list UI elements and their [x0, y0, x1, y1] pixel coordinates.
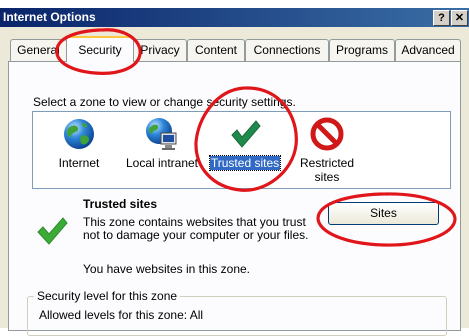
window-title: Internet Options — [3, 10, 96, 24]
tab-advanced[interactable]: Advanced — [395, 39, 461, 61]
zone-label-trusted-sites: Trusted sites — [208, 155, 282, 171]
tab-privacy[interactable]: Privacy — [133, 39, 187, 61]
tab-programs[interactable]: Programs — [329, 39, 395, 61]
restricted-icon — [310, 117, 344, 151]
checkmark-icon — [231, 120, 261, 148]
zone-label-local-intranet: Local intranet — [125, 156, 199, 170]
zone-label-restricted-sites: Restricted sites — [299, 156, 355, 184]
window-titlebar: Internet Options ? ✕ — [0, 8, 469, 27]
zone-description-note: You have websites in this zone. — [83, 262, 250, 276]
zone-description-text: This zone contains websites that you tru… — [83, 215, 309, 242]
zone-restricted-sites[interactable]: Restricted sites — [282, 114, 372, 188]
zone-internet[interactable]: Internet — [34, 114, 124, 188]
tab-connections[interactable]: Connections — [245, 39, 329, 61]
security-level-legend: Security level for this zone — [34, 289, 181, 303]
trusted-sites-check-icon — [37, 217, 68, 245]
zone-local-intranet[interactable]: Local intranet — [117, 114, 207, 188]
close-button[interactable]: ✕ — [451, 10, 468, 26]
zone-trusted-sites[interactable]: Trusted sites — [200, 114, 290, 188]
allowed-levels-text: Allowed levels for this zone: All — [39, 308, 204, 322]
globe-icon — [64, 119, 94, 149]
intranet-icon — [146, 118, 177, 150]
tab-security[interactable]: Security — [66, 36, 134, 62]
sites-button[interactable]: Sites — [328, 202, 439, 225]
zone-instruction: Select a zone to view or change security… — [33, 95, 296, 109]
zone-label-internet: Internet — [58, 156, 100, 170]
zone-description-title: Trusted sites — [83, 197, 158, 211]
tab-general[interactable]: General — [10, 39, 67, 61]
help-button[interactable]: ? — [433, 10, 450, 26]
tab-content[interactable]: Content — [187, 39, 245, 61]
